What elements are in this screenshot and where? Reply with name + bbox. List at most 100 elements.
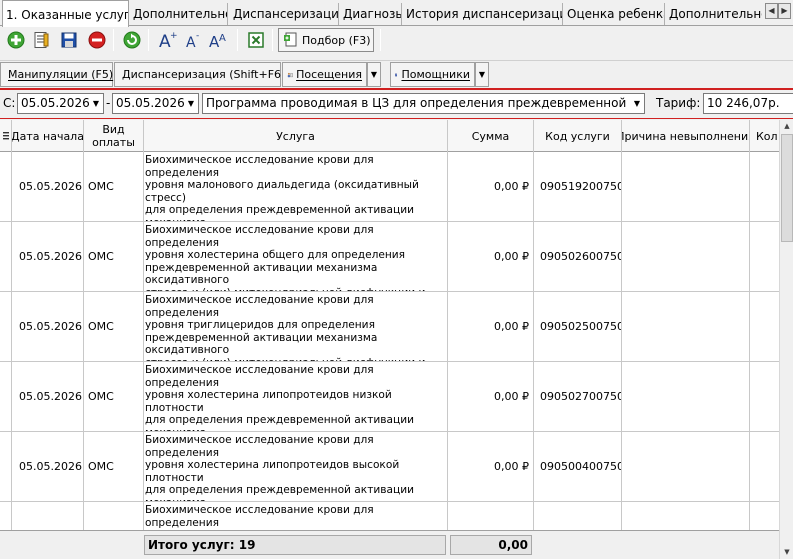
save-button[interactable] [58, 29, 80, 51]
cell-payment [84, 502, 144, 530]
tab-additional-2[interactable]: Дополнительно [666, 3, 762, 25]
date-to-select[interactable]: 05.05.2026 ▼ [112, 93, 199, 114]
column-chooser[interactable] [0, 120, 12, 152]
cell-reason [622, 222, 750, 291]
filter-bar: С: 05.05.2026 ▼ - 05.05.2026 ▼ Программа… [0, 90, 793, 118]
chevron-down-icon[interactable]: ▼ [184, 94, 198, 113]
add-button[interactable] [5, 29, 27, 51]
refresh-button[interactable] [121, 29, 143, 51]
cell-qty [750, 502, 779, 530]
visit-person-icon [287, 72, 293, 77]
excel-icon [248, 32, 264, 48]
column-header-payment[interactable]: Вид оплаты [84, 120, 144, 152]
table-row[interactable]: Биохимическое исследование крови для опр… [0, 502, 779, 530]
edit-button[interactable] [30, 29, 52, 51]
stop-icon [88, 31, 106, 49]
tab-dispanserization-history[interactable]: История диспансеризации [403, 3, 563, 25]
cell-reason [622, 432, 750, 501]
total-sum: 0,00 [450, 535, 532, 555]
manipulations-button[interactable]: Манипуляции (F5) [0, 62, 113, 87]
visits-label: Посещения [296, 68, 362, 81]
font-reset-icon: AA [209, 33, 226, 50]
chevron-down-icon[interactable]: ▼ [630, 94, 644, 113]
chevron-down-icon: ▼ [478, 70, 486, 79]
excel-export-button[interactable] [245, 29, 267, 51]
tab-dispanserization[interactable]: Диспансеризация [230, 3, 339, 25]
visits-dropdown[interactable]: ▼ [367, 62, 381, 87]
cell-reason [622, 362, 750, 431]
cell-sum: 0,00 ₽ [448, 222, 534, 291]
cell-service: Биохимическое исследование крови для опр… [144, 432, 448, 501]
program-select[interactable]: Программа проводимая в ЦЗ для определени… [202, 93, 645, 114]
cell-code: 0905004007500 [534, 432, 622, 501]
secondary-toolbar: Манипуляции (F5) Диспансеризация (Shift+… [0, 60, 793, 87]
helpers-book-icon: ? [395, 73, 398, 76]
font-decrease-button[interactable]: A- [182, 29, 204, 51]
column-header-qty[interactable]: Кол [750, 120, 779, 152]
tab-services[interactable]: 1. Оказанные услуги [2, 0, 129, 27]
column-header-date[interactable]: Дата начала [12, 120, 84, 152]
cell-code: 0905025007500 [534, 292, 622, 361]
cell-sum: 0,00 ₽ [448, 432, 534, 501]
main-toolbar: A + A- AA Подбор (F3) [0, 26, 793, 54]
selection-button[interactable]: Подбор (F3) [278, 28, 374, 52]
tariff-label: Тариф: [656, 96, 701, 110]
table-row[interactable]: 05.05.2026 ОМС Биохимическое исследовани… [0, 362, 779, 432]
cell-payment: ОМС [84, 152, 144, 221]
tariff-value: 10 246,07р. [707, 96, 780, 110]
cell-sum: 0,00 ₽ [448, 362, 534, 431]
font-decrease-icon: A- [186, 31, 199, 50]
font-increase-icon: A + [159, 31, 177, 50]
helpers-label: Помощники [401, 68, 470, 81]
cell-payment: ОМС [84, 222, 144, 291]
table-row[interactable]: 05.05.2026 ОМС Биохимическое исследовани… [0, 222, 779, 292]
selection-button-label: Подбор (F3) [302, 33, 371, 47]
plus-icon [7, 31, 25, 49]
toolbar-separator [380, 29, 381, 51]
cell-code: 0905026007500 [534, 222, 622, 291]
chevron-down-icon[interactable]: ▼ [89, 94, 103, 113]
cell-code [534, 502, 622, 530]
cell-date: 05.05.2026 [12, 222, 84, 291]
column-header-reason[interactable]: Причина невыполнения [622, 120, 750, 152]
tab-additional[interactable]: Дополнительно [130, 3, 228, 25]
cell-sum: 0,00 ₽ [448, 152, 534, 221]
cell-qty [750, 292, 779, 361]
date-range-dash: - [106, 96, 111, 110]
tab-child-assessment[interactable]: Оценка ребенка [564, 3, 665, 25]
svg-text:A: A [186, 35, 196, 50]
tariff-select[interactable]: 10 246,07р. [703, 93, 793, 114]
table-row[interactable]: 05.05.2026 ОМС Биохимическое исследовани… [0, 432, 779, 502]
column-header-code[interactable]: Код услуги [534, 120, 622, 152]
date-from-select[interactable]: 05.05.2026 ▼ [17, 93, 104, 114]
row-indicator [0, 292, 12, 361]
table-row[interactable]: 05.05.2026 ОМС Биохимическое исследовани… [0, 292, 779, 362]
manipulations-label: Манипуляции (F5) [8, 68, 114, 81]
table-row[interactable]: 05.05.2026 ОМС Биохимическое исследовани… [0, 152, 779, 222]
date-from-value: 05.05.2026 [21, 96, 90, 110]
helpers-dropdown[interactable]: ▼ [475, 62, 489, 87]
tab-scroll-left-icon[interactable]: ◀ [765, 3, 778, 19]
vertical-scrollbar[interactable]: ▲ ▼ [779, 120, 793, 559]
dispanserization-button[interactable]: Диспансеризация (Shift+F6) [114, 62, 285, 87]
cell-service: Биохимическое исследование крови для опр… [144, 502, 448, 530]
visits-button[interactable]: Посещения [282, 62, 367, 87]
column-header-service[interactable]: Услуга [144, 120, 448, 152]
row-indicator [0, 222, 12, 291]
cell-date: 05.05.2026 [12, 292, 84, 361]
scrollbar-thumb[interactable] [781, 134, 793, 242]
delete-button[interactable] [86, 29, 108, 51]
scroll-down-icon[interactable]: ▼ [781, 546, 793, 559]
toolbar-separator [148, 29, 149, 51]
scroll-up-icon[interactable]: ▲ [781, 120, 793, 133]
font-increase-button[interactable]: A + [156, 29, 178, 51]
cell-sum: 0,00 ₽ [448, 292, 534, 361]
font-reset-button[interactable]: AA [208, 29, 230, 51]
tab-diagnoses[interactable]: Диагнозы [340, 3, 402, 25]
svg-text:+: + [170, 31, 177, 41]
cell-reason [622, 292, 750, 361]
toolbar-separator [272, 29, 273, 51]
tab-scroll-right-icon[interactable]: ▶ [778, 3, 791, 19]
column-header-sum[interactable]: Сумма [448, 120, 534, 152]
helpers-button[interactable]: ? Помощники [390, 62, 475, 87]
